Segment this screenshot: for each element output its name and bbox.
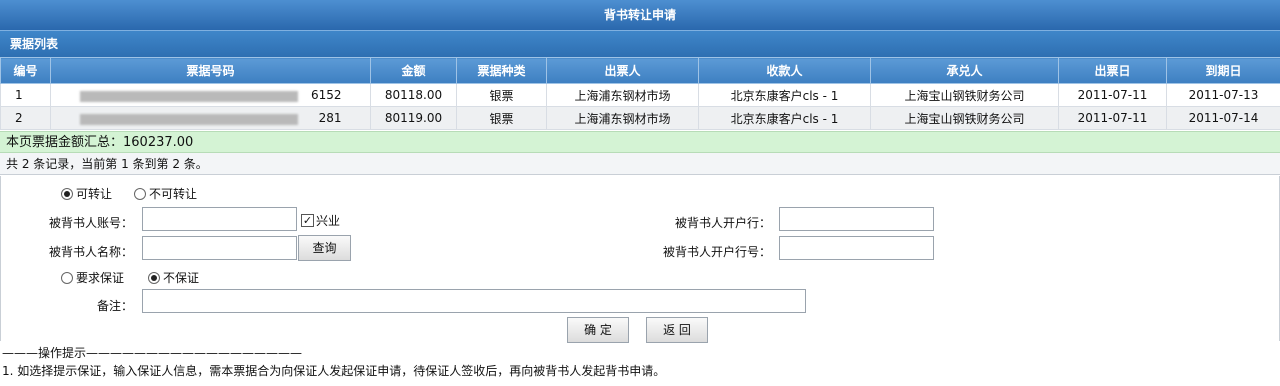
endorsee-bank-no-label: 被背书人开户行号： xyxy=(662,245,771,259)
cell-acceptor: 上海宝山钢铁财务公司 xyxy=(870,106,1059,130)
radio-non-transferable[interactable]: 不可转让 xyxy=(134,185,197,202)
back-button[interactable]: 返 回 xyxy=(646,317,708,343)
xingye-label: 兴业 xyxy=(316,214,341,228)
amount-summary: 本页票据金额汇总：160237.00 xyxy=(0,131,1280,153)
endorsee-name-label: 被背书人名称： xyxy=(48,245,133,259)
cell-acceptor: 上海宝山钢铁财务公司 xyxy=(870,83,1059,107)
cell-bill-no: 281 xyxy=(50,106,371,130)
cell-drawer: 上海浦东钢材市场 xyxy=(546,83,699,107)
col-header-drawer: 出票人 xyxy=(546,57,699,84)
col-header-payee: 收款人 xyxy=(698,57,871,84)
cell-type: 银票 xyxy=(456,83,547,107)
cell-payee: 北京东康客户cls - 1 xyxy=(698,106,871,130)
check-icon: ✓ xyxy=(301,214,314,227)
radio-require-guarantee[interactable]: 要求保证 xyxy=(61,269,124,286)
endorsee-name-input[interactable] xyxy=(142,236,297,260)
table-row[interactable]: 1 6152 80118.00 银票 上海浦东钢材市场 北京东康客户cls - … xyxy=(0,83,1280,107)
endorsee-account-input[interactable] xyxy=(142,207,297,231)
radio-label: 要求保证 xyxy=(76,271,125,285)
table-header-row: 编号 票据号码 金额 票据种类 出票人 收款人 承兑人 出票日 到期日 xyxy=(0,57,1280,84)
cell-due-date: 2011-07-14 xyxy=(1166,106,1280,130)
col-header-no: 编号 xyxy=(0,57,51,84)
endorse-form: 可转让 不可转让 被背书人账号： ✓ 兴业 被背书人开户行： 被背书人名称： 查… xyxy=(0,176,1280,343)
paging-info: 共 2 条记录，当前第 1 条到第 2 条。 xyxy=(0,153,1280,175)
radio-dot-off xyxy=(61,271,73,284)
endorsee-bank-no-input[interactable] xyxy=(779,236,934,260)
col-header-due-date: 到期日 xyxy=(1166,57,1280,84)
cell-type: 银票 xyxy=(456,106,547,130)
section-title: 票据列表 xyxy=(0,30,1280,57)
operation-tips: ———操作提示—————————————————— 1. 如选择提示保证，输入保… xyxy=(0,344,1280,380)
query-button[interactable]: 查询 xyxy=(298,235,351,261)
window-title: 背书转让申请 xyxy=(0,0,1280,30)
cell-no: 1 xyxy=(0,83,51,107)
cell-due-date: 2011-07-13 xyxy=(1166,83,1280,107)
radio-label: 不保证 xyxy=(163,271,200,285)
redacted-bar xyxy=(79,114,298,125)
bill-table: 编号 票据号码 金额 票据种类 出票人 收款人 承兑人 出票日 到期日 1 61… xyxy=(0,57,1280,130)
col-header-issue-date: 出票日 xyxy=(1058,57,1167,84)
tips-header: ———操作提示—————————————————— xyxy=(2,346,303,360)
col-header-amount: 金额 xyxy=(370,57,457,84)
remark-label: 备注： xyxy=(96,299,133,313)
xingye-checkbox[interactable]: ✓ 兴业 xyxy=(301,212,340,229)
endorsee-bank-label: 被背书人开户行： xyxy=(674,216,771,230)
radio-transferable[interactable]: 可转让 xyxy=(61,185,112,202)
radio-dot-on xyxy=(61,187,73,200)
endorsee-account-label: 被背书人账号： xyxy=(48,216,133,230)
col-header-type: 票据种类 xyxy=(456,57,547,84)
endorsee-bank-input[interactable] xyxy=(779,207,934,231)
table-row[interactable]: 2 281 80119.00 银票 上海浦东钢材市场 北京东康客户cls - 1… xyxy=(0,106,1280,130)
radio-no-guarantee[interactable]: 不保证 xyxy=(148,269,199,286)
cell-issue-date: 2011-07-11 xyxy=(1058,106,1167,130)
cell-no: 2 xyxy=(0,106,51,130)
cell-amount: 80119.00 xyxy=(370,106,457,130)
confirm-button[interactable]: 确 定 xyxy=(567,317,629,343)
cell-payee: 北京东康客户cls - 1 xyxy=(698,83,871,107)
col-header-acceptor: 承兑人 xyxy=(870,57,1059,84)
redacted-bar xyxy=(79,91,298,102)
radio-dot-off xyxy=(134,187,146,200)
radio-label: 不可转让 xyxy=(149,187,198,201)
cell-drawer: 上海浦东钢材市场 xyxy=(546,106,699,130)
radio-dot-on xyxy=(148,271,160,284)
cell-amount: 80118.00 xyxy=(370,83,457,107)
cell-issue-date: 2011-07-11 xyxy=(1058,83,1167,107)
col-header-bill-no: 票据号码 xyxy=(50,57,371,84)
remark-input[interactable] xyxy=(142,289,806,313)
radio-label: 可转让 xyxy=(76,187,113,201)
cell-bill-no: 6152 xyxy=(50,83,371,107)
tips-line-1: 1. 如选择提示保证，输入保证人信息，需本票据合为向保证人发起保证申请，待保证人… xyxy=(2,364,666,378)
